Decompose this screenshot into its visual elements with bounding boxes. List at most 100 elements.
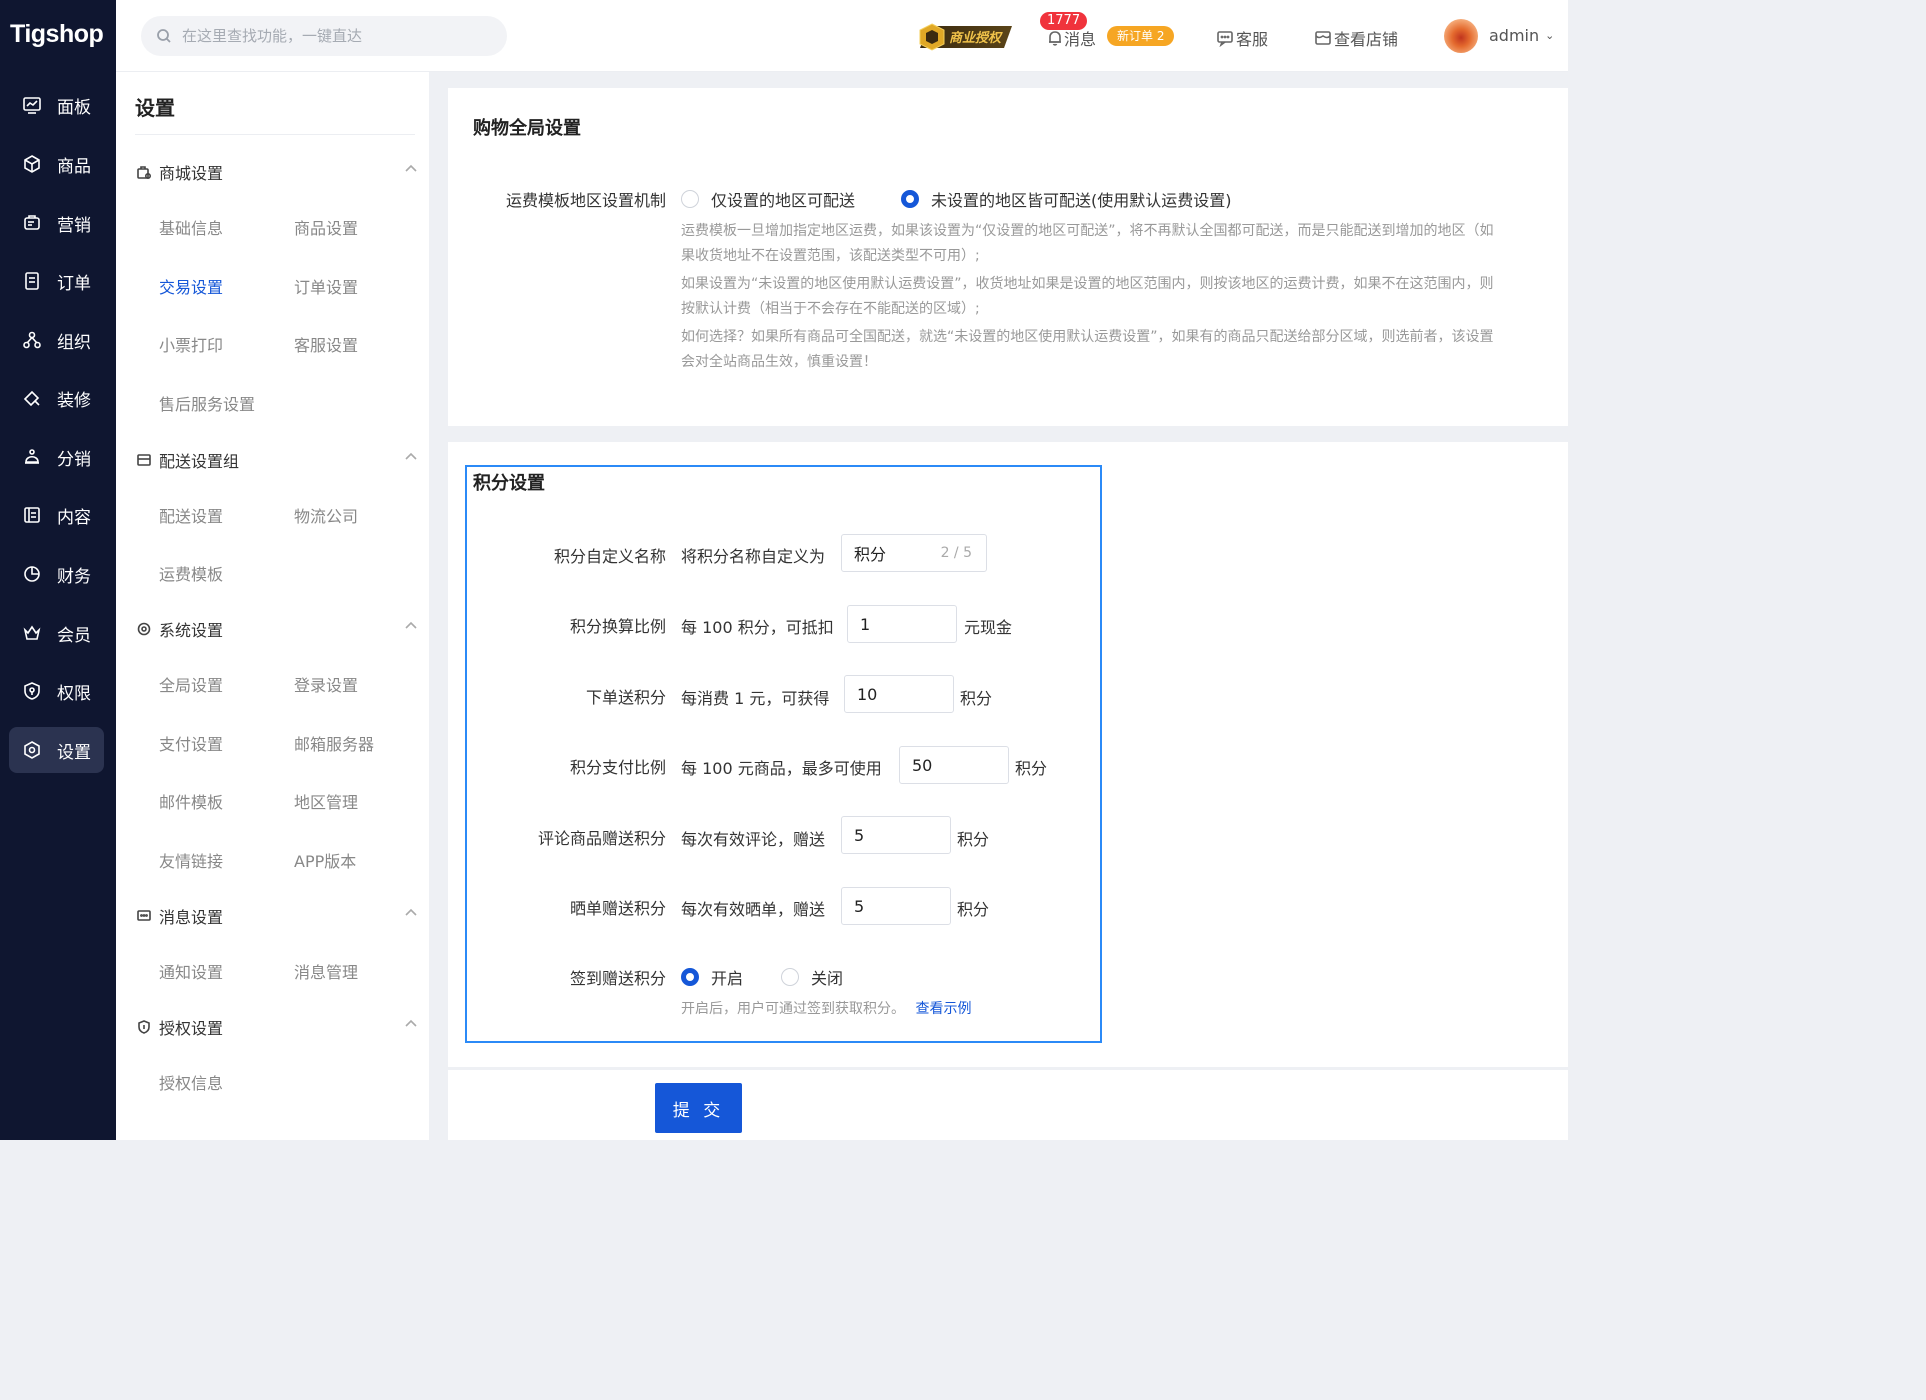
- points-name-input[interactable]: 积分 2 / 5: [841, 534, 987, 572]
- nav-marketing[interactable]: 营销: [9, 200, 104, 246]
- link-shipping-template[interactable]: 运费模板: [159, 561, 223, 585]
- member-icon: [21, 622, 43, 644]
- search-input[interactable]: [182, 27, 482, 45]
- shop-settings-icon: [137, 166, 152, 180]
- app-logo[interactable]: Tigshop: [10, 20, 104, 49]
- view-store-link[interactable]: 查看店铺: [1314, 26, 1398, 50]
- avatar[interactable]: [1444, 19, 1478, 53]
- show-points-prefix: 每次有效晒单，赠送: [681, 900, 826, 919]
- points-ratio-label: 积分换算比例: [569, 617, 666, 636]
- nav-label: 内容: [57, 507, 91, 528]
- link-service-settings[interactable]: 客服设置: [294, 332, 358, 356]
- points-ratio-prefix: 每 100 积分，可抵扣: [681, 618, 834, 637]
- new-order-badge[interactable]: 新订单 2: [1107, 26, 1175, 46]
- chevron-up-icon: [405, 164, 417, 172]
- view-example-link[interactable]: 查看示例: [915, 1001, 971, 1017]
- message-settings-icon: [137, 910, 151, 921]
- link-mail-template[interactable]: 邮件模板: [159, 789, 223, 813]
- link-delivery-settings[interactable]: 配送设置: [159, 503, 223, 527]
- chevron-down-icon: ⌄: [1545, 29, 1555, 42]
- points-name-prefix: 将积分名称自定义为: [681, 547, 826, 566]
- link-mail-server[interactable]: 邮箱服务器: [294, 731, 374, 755]
- link-global-settings[interactable]: 全局设置: [159, 672, 223, 696]
- search-box[interactable]: [141, 16, 507, 56]
- group-shop-settings[interactable]: 商城设置: [136, 160, 418, 184]
- radio-label: 仅设置的地区可配送: [711, 191, 856, 210]
- signin-points-label: 签到赠送积分: [569, 969, 666, 988]
- submit-button[interactable]: 提 交: [655, 1083, 742, 1133]
- system-icon: [137, 622, 151, 636]
- link-payment-settings[interactable]: 支付设置: [159, 731, 223, 755]
- nav-members[interactable]: 会员: [9, 610, 104, 656]
- link-login-settings[interactable]: 登录设置: [294, 672, 358, 696]
- points-pay-input[interactable]: 50: [899, 746, 1009, 784]
- link-logistics[interactable]: 物流公司: [294, 503, 358, 527]
- link-notification-settings[interactable]: 通知设置: [159, 959, 223, 983]
- nav-label: 装修: [57, 390, 91, 411]
- user-menu[interactable]: admin ⌄: [1489, 26, 1554, 45]
- group-license[interactable]: 授权设置: [136, 1015, 418, 1039]
- divider: [135, 134, 415, 135]
- char-counter: 2 / 5: [940, 545, 972, 561]
- link-license-info[interactable]: 授权信息: [159, 1070, 223, 1094]
- distribution-icon: [21, 446, 43, 468]
- nav-distribution[interactable]: 分销: [9, 434, 104, 480]
- link-receipt-print[interactable]: 小票打印: [159, 332, 223, 356]
- nav-finance[interactable]: 财务: [9, 551, 104, 597]
- order-points-value: 10: [857, 684, 878, 704]
- link-trade-settings[interactable]: 交易设置: [159, 274, 223, 298]
- order-points-prefix: 每消费 1 元，可获得: [681, 689, 830, 708]
- order-points-suffix: 积分: [960, 689, 993, 708]
- link-product-settings[interactable]: 商品设置: [294, 215, 358, 239]
- link-app-version[interactable]: APP版本: [294, 848, 356, 872]
- radio-label: 开启: [711, 969, 744, 988]
- license-badge[interactable]: 商业授权: [918, 22, 1014, 52]
- dashboard-icon: [21, 94, 43, 116]
- comment-points-value: 5: [854, 825, 865, 845]
- radio-signin-off[interactable]: 关闭: [781, 965, 843, 989]
- top-header: 商业授权 消息 1777 新订单 2 客服 查看店铺 admin ⌄: [116, 0, 1568, 72]
- shipping-hint: 运费模板一旦增加指定地区运费，如果该设置为“仅设置的地区可配送”，将不再默认全国…: [681, 219, 1541, 375]
- bell-icon: [1049, 31, 1061, 46]
- hint-line: 果收货地址不在设置范围，该配送类型不可用）;: [681, 248, 980, 264]
- nav-decorate[interactable]: 装修: [9, 375, 104, 421]
- content-icon: [21, 504, 43, 526]
- group-message-settings[interactable]: 消息设置: [136, 904, 418, 928]
- radio-signin-on[interactable]: 开启: [681, 965, 743, 989]
- nav-permissions[interactable]: 权限: [9, 668, 104, 714]
- link-message-management[interactable]: 消息管理: [294, 959, 358, 983]
- link-aftersale-settings[interactable]: 售后服务设置: [159, 391, 255, 415]
- marketing-icon: [21, 212, 43, 234]
- link-friend-links[interactable]: 友情链接: [159, 848, 223, 872]
- settings-icon: [21, 739, 43, 761]
- group-system[interactable]: 系统设置: [136, 617, 418, 641]
- customer-service-link[interactable]: 客服: [1216, 26, 1268, 50]
- points-name-label: 积分自定义名称: [553, 547, 666, 566]
- nav-dashboard[interactable]: 面板: [9, 82, 104, 128]
- link-basic-info[interactable]: 基础信息: [159, 215, 223, 239]
- settings-subnav: 设置 商城设置 基础信息 商品设置 交易设置 订单设置 小票打印 客服设置 售后…: [116, 72, 429, 1140]
- radio-label: 未设置的地区皆可配送(使用默认运费设置): [931, 191, 1232, 210]
- nav-content[interactable]: 内容: [9, 492, 104, 538]
- nav-products[interactable]: 商品: [9, 141, 104, 187]
- order-points-input[interactable]: 10: [844, 675, 954, 713]
- nav-organization[interactable]: 组织: [9, 317, 104, 363]
- link-region-management[interactable]: 地区管理: [294, 789, 358, 813]
- radio-unset-regions-default[interactable]: 未设置的地区皆可配送(使用默认运费设置): [901, 187, 1232, 211]
- nav-orders[interactable]: 订单: [9, 258, 104, 304]
- nav-settings[interactable]: 设置: [9, 727, 104, 773]
- subnav-title: 设置: [135, 96, 175, 120]
- comment-points-input[interactable]: 5: [841, 816, 951, 854]
- points-ratio-input[interactable]: 1: [847, 605, 957, 643]
- link-order-settings[interactable]: 订单设置: [294, 274, 358, 298]
- group-delivery[interactable]: 配送设置组: [136, 448, 418, 472]
- user-name: admin: [1489, 26, 1540, 45]
- main-sidebar: Tigshop 面板 商品 营销 订单 组织 装修 分销 内容 财务 会员 权限…: [0, 0, 116, 1140]
- show-points-input[interactable]: 5: [841, 887, 951, 925]
- points-name-value: 积分: [854, 545, 887, 564]
- group-label: 消息设置: [159, 908, 224, 927]
- nav-label: 分销: [57, 449, 91, 470]
- show-points-value: 5: [854, 896, 865, 916]
- radio-only-set-regions[interactable]: 仅设置的地区可配送: [681, 187, 855, 211]
- nav-label: 会员: [57, 625, 91, 646]
